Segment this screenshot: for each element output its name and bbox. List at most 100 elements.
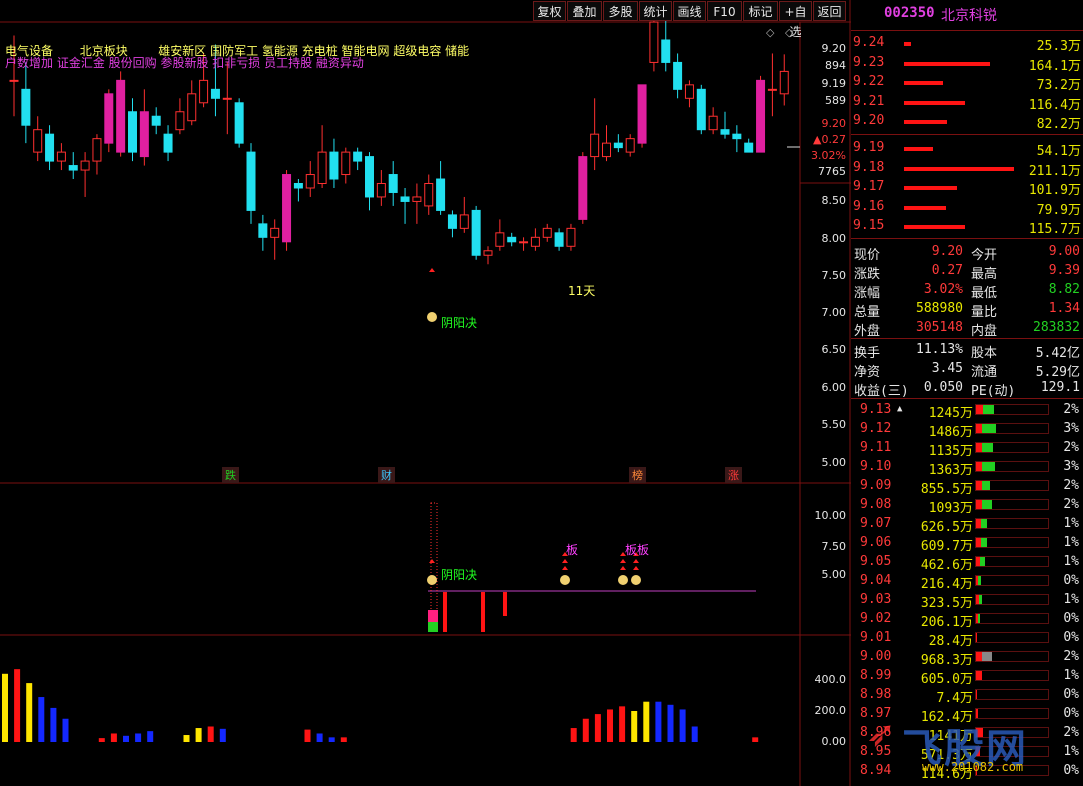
quote-value: 305148 [916,320,963,335]
volume-axis-label: 400.0 [814,673,847,686]
diamond-icon-2[interactable]: ◇ [785,26,793,39]
dist-bar-grey [982,652,992,661]
book-bar [904,186,957,190]
indicator-bar [481,592,485,632]
toolbar-button-0[interactable]: 复权 [533,1,566,21]
book-bar [904,225,965,229]
money-bag-icon [560,575,570,585]
money-bag-icon [631,575,641,585]
indicator-axis-label: 7.50 [821,540,847,553]
quote-row: 现价 9.20 今开 9.00 [851,243,1083,263]
book-volume: 82.2万 [1036,117,1081,132]
volume-bar [147,731,154,742]
order-book-row[interactable]: 9.20 82.2万 [851,112,1083,132]
dist-percent: 0% [1063,611,1079,626]
volume-bar [110,733,117,742]
event-marker[interactable]: 财 [378,467,395,483]
candle-body [673,61,683,90]
candle-body [33,129,43,153]
order-book-row[interactable]: 9.16 79.9万 [851,198,1083,218]
order-book-row[interactable]: 9.18 211.1万 [851,159,1083,179]
order-book-row[interactable]: 9.23 164.1万 [851,54,1083,74]
order-book-row[interactable]: 9.24 25.3万 [851,34,1083,54]
diamond-icon[interactable]: ◇ [766,26,774,39]
candle-body [720,129,730,135]
volume-bar [123,735,129,742]
quote-row: 涨幅 3.02% 最低 8.82 [851,281,1083,301]
candle-body [317,151,327,185]
distribution-row[interactable]: 8.98 7.4万 0% [851,686,1083,706]
distribution-row[interactable]: 9.02 206.1万 0% [851,610,1083,630]
volume-bar [340,737,347,742]
dist-price: 9.00 [860,649,892,664]
distribution-row[interactable]: 9.04 216.4万 0% [851,572,1083,592]
axis-label: 7.50 [821,269,847,282]
dist-bar-green [982,462,996,471]
distribution-row[interactable]: 9.12 1486万 3% [851,420,1083,440]
candle-body [187,93,197,122]
volume-bar [655,701,662,742]
candle-body [649,21,659,63]
toolbar-button-6[interactable]: 标记 [743,1,778,21]
dist-bar-frame [975,499,1049,510]
toolbar-button-1[interactable]: 叠加 [567,1,602,21]
order-book-row[interactable]: 9.19 54.1万 [851,139,1083,159]
dist-volume: 605.0万 [920,672,973,687]
kline-chart[interactable] [0,0,851,786]
distribution-row[interactable]: 9.10 1363万 3% [851,458,1083,478]
volume-bar [207,726,214,742]
candle-body [305,174,315,189]
event-marker[interactable]: 跌 [222,467,239,483]
dist-price: 9.10 [860,459,892,474]
quote-key: 总量 [854,305,881,320]
distribution-row[interactable]: 9.01 28.4万 0% [851,629,1083,649]
money-bag-icon [618,575,628,585]
candle-body [424,183,434,207]
candle-body [590,133,600,158]
dist-volume: 1363万 [928,463,973,478]
quote-key: 现价 [854,248,881,263]
distribution-row[interactable]: 8.99 605.0万 1% [851,667,1083,687]
axis-label: 8.50 [821,194,847,207]
event-marker[interactable]: 榜 [629,467,646,483]
dist-volume: 1245万 [928,406,973,421]
stock-name: 北京科锐 [941,8,997,24]
up-arrow-icon [562,559,568,563]
toolbar-button-4[interactable]: 画线 [673,1,706,21]
toolbar-button-5[interactable]: F10 [707,1,742,21]
dist-bar-green [981,538,987,547]
distribution-row[interactable]: 9.13 ▲ 1245万 2% [851,401,1083,421]
candle-body [128,111,137,153]
order-book-row[interactable]: 9.22 73.2万 [851,73,1083,93]
dist-bar-green [980,557,985,566]
dist-bar-green [978,576,981,585]
order-book-row[interactable]: 9.21 116.4万 [851,93,1083,113]
book-volume: 211.1万 [1028,163,1081,179]
distribution-row[interactable]: 9.00 968.3万 2% [851,648,1083,668]
banban-annotation: 板板 [625,543,650,557]
distribution-row[interactable]: 9.09 855.5万 2% [851,477,1083,497]
volume-bar [570,728,577,742]
candle-body [578,156,588,220]
distribution-row[interactable]: 9.06 609.7万 1% [851,534,1083,554]
distribution-row[interactable]: 9.03 323.5万 1% [851,591,1083,611]
order-book-row[interactable]: 9.17 101.9万 [851,178,1083,198]
distribution-row[interactable]: 9.08 1093万 2% [851,496,1083,516]
toolbar-button-3[interactable]: 统计 [639,1,672,21]
dist-percent: 2% [1063,478,1079,493]
book-volume: 115.7万 [1028,222,1081,237]
toolbar-button-2[interactable]: 多股 [603,1,638,21]
stock-code: 002350 [884,5,935,21]
dist-volume: 1486万 [928,425,973,440]
order-book-row[interactable]: 9.15 115.7万 [851,217,1083,237]
event-marker[interactable]: 涨 [725,467,742,483]
book-volume: 164.1万 [1028,58,1081,74]
distribution-row[interactable]: 9.05 462.6万 1% [851,553,1083,573]
toolbar-button-7[interactable]: +自选 [779,1,812,39]
dist-percent: 1% [1063,592,1079,607]
axis-label: ▲0.27 [813,133,846,146]
distribution-row[interactable]: 9.07 626.5万 1% [851,515,1083,535]
distribution-row[interactable]: 9.11 1135万 2% [851,439,1083,459]
axis-label: 894 [825,59,846,72]
toolbar-button-8[interactable]: 返回 [813,1,846,21]
